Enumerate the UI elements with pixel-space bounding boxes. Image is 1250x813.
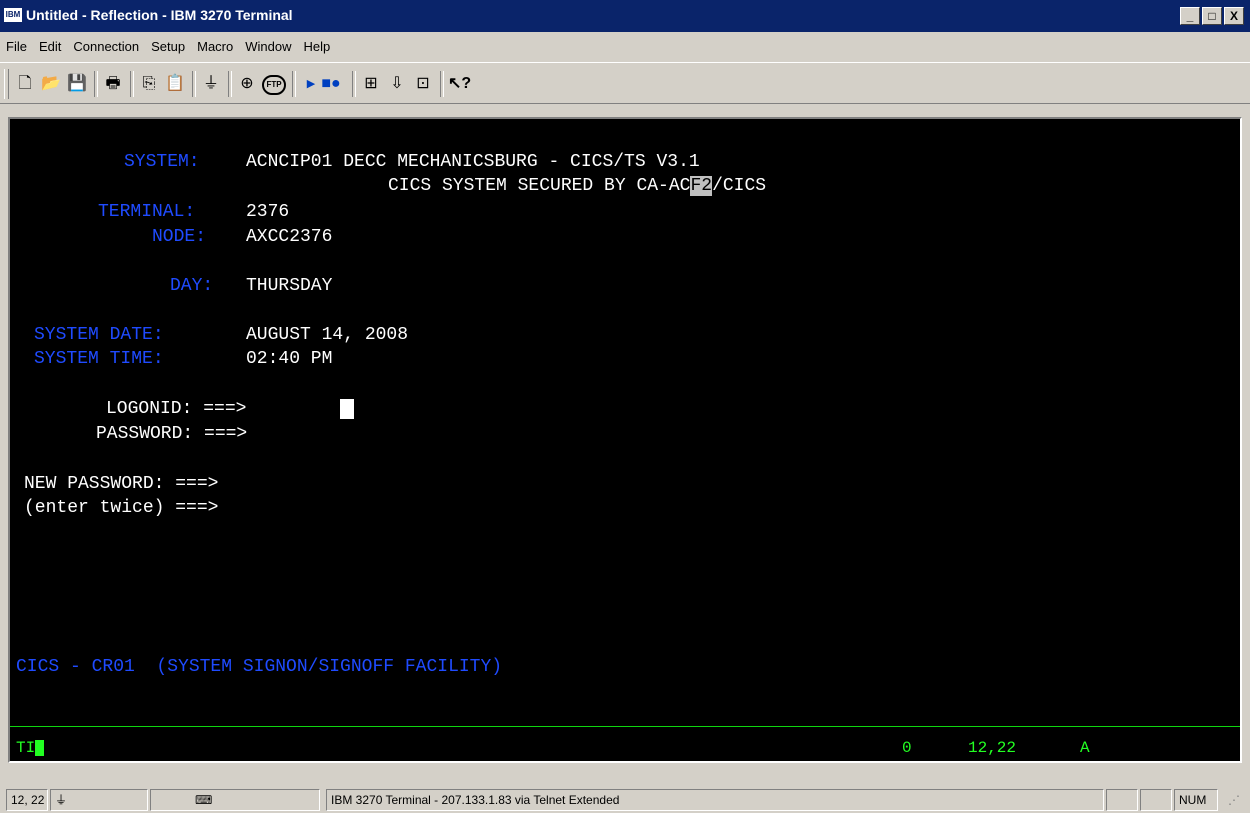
play-macro-icon[interactable]: ▶ (300, 73, 322, 95)
ibm-app-icon[interactable]: IBM (4, 8, 22, 22)
menu-setup[interactable]: Setup (145, 39, 191, 54)
record-macro-icon[interactable]: ■● (320, 73, 342, 95)
toolbar-separator (352, 71, 356, 97)
toolbar-grip[interactable] (4, 69, 9, 99)
oia-mode: A (1080, 739, 1090, 757)
screen-footer: CICS - CR01 (SYSTEM SIGNON/SIGNOFF FACIL… (16, 657, 503, 677)
system-label: SYSTEM: (124, 152, 200, 172)
status-num-lock: NUM (1174, 789, 1218, 811)
menu-bar: File Edit Connection Setup Macro Window … (0, 33, 1250, 59)
connect-icon[interactable]: ⏚ (200, 73, 222, 95)
copy-icon[interactable]: ⎘ (138, 73, 160, 95)
menu-connection[interactable]: Connection (67, 39, 145, 54)
toolbar-separator (440, 71, 444, 97)
oia-indicator: TI (16, 739, 36, 757)
status-panel-empty-1 (1106, 789, 1138, 811)
new-icon[interactable]: 🗋 (14, 73, 36, 95)
toolbar-separator (192, 71, 196, 97)
enter-twice-label: (enter twice) ===> (24, 498, 219, 518)
keyboard-status-icon: ⌨ (195, 793, 213, 807)
menu-edit[interactable]: Edit (33, 39, 67, 54)
toolbar-separator (292, 71, 296, 97)
oia-divider (10, 726, 1240, 727)
options-icon[interactable]: ⊕ (236, 73, 258, 95)
terminal-screen[interactable]: SYSTEM: ACNCIP01 DECC MECHANICSBURG - CI… (8, 117, 1242, 763)
window-title: Untitled - Reflection - IBM 3270 Termina… (26, 7, 293, 23)
open-icon[interactable]: 📂 (40, 73, 62, 95)
resize-grip-icon[interactable]: ⋰ (1228, 793, 1240, 807)
menu-help[interactable]: Help (298, 39, 337, 54)
upload-icon[interactable]: ⊡ (412, 73, 434, 95)
menu-file[interactable]: File (0, 39, 33, 54)
day-label: DAY: (170, 276, 214, 296)
paste-icon[interactable]: 📋 (164, 73, 186, 95)
system-value: ACNCIP01 DECC MECHANICSBURG - CICS/TS V3… (246, 152, 700, 172)
help-pointer-icon[interactable]: ↖? (448, 73, 471, 95)
menu-window[interactable]: Window (239, 39, 297, 54)
oia-count: 0 (902, 739, 912, 757)
save-icon[interactable]: 💾 (66, 73, 88, 95)
oia-cursor (35, 740, 44, 756)
status-panel-empty-2 (1140, 789, 1172, 811)
password-label: PASSWORD: ===> (96, 424, 248, 444)
toolbar: 🗋 📂 💾 🖶 ⎘ 📋 ⏚ ⊕ FTP ▶ ■● ⊞ ⇩ ⊡ ↖? (0, 62, 1250, 104)
secured-line: CICS SYSTEM SECURED BY CA-ACF2/CICS (388, 176, 767, 196)
print-icon[interactable]: 🖶 (102, 73, 124, 95)
download-icon[interactable]: ⇩ (386, 73, 408, 95)
status-keyboard: ⌨ (150, 789, 320, 811)
node-label: NODE: (152, 227, 207, 247)
toolbar-separator (94, 71, 98, 97)
connect-status-icon: ⏚ (55, 793, 68, 807)
new-password-label: NEW PASSWORD: ===> (24, 474, 219, 494)
logonid-input-cursor[interactable] (340, 399, 354, 419)
status-cursor-position: 12, 22 (6, 789, 48, 811)
node-value: AXCC2376 (246, 227, 333, 247)
terminal-value: 2376 (246, 202, 290, 222)
status-bar: 12, 22 ⏚ ⌨ IBM 3270 Terminal - 207.133.1… (0, 785, 1250, 813)
oia-position: 12,22 (968, 739, 1017, 757)
minimize-button[interactable]: _ (1180, 7, 1200, 25)
toolbar-separator (228, 71, 232, 97)
status-connection: ⏚ (50, 789, 148, 811)
status-session: IBM 3270 Terminal - 207.133.1.83 via Tel… (326, 789, 1104, 811)
logonid-label: LOGONID: ===> (106, 399, 247, 419)
toolbar-separator (130, 71, 134, 97)
title-bar: IBM Untitled - Reflection - IBM 3270 Ter… (0, 0, 1250, 32)
system-date-label: SYSTEM DATE: (34, 325, 164, 345)
setup-icon[interactable]: ⊞ (360, 73, 382, 95)
menu-macro[interactable]: Macro (191, 39, 239, 54)
terminal-label: TERMINAL: (98, 202, 196, 222)
close-button[interactable]: X (1224, 7, 1244, 25)
ftp-icon[interactable]: FTP (262, 75, 286, 95)
system-time-value: 02:40 PM (246, 349, 333, 369)
system-date-value: AUGUST 14, 2008 (246, 325, 409, 345)
day-value: THURSDAY (246, 276, 333, 296)
highlighted-text: F2 (690, 176, 713, 196)
system-time-label: SYSTEM TIME: (34, 349, 164, 369)
maximize-button[interactable]: □ (1202, 7, 1222, 25)
